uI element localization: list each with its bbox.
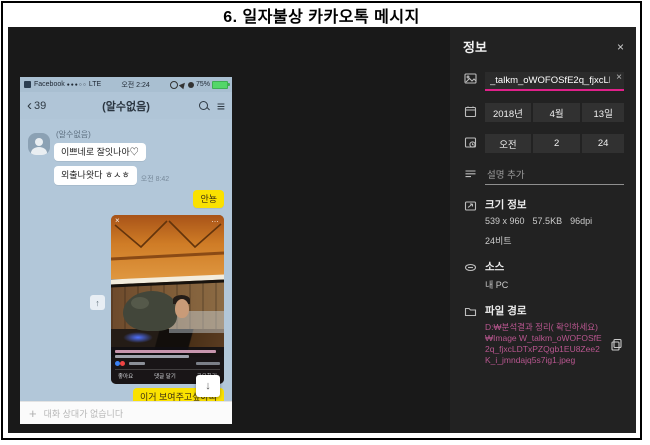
- love-reaction-icon: [120, 361, 125, 366]
- date-month-segment[interactable]: 4월: [533, 103, 580, 122]
- share-icon: ↑: [90, 295, 105, 310]
- person-figure: [123, 291, 177, 331]
- do-not-disturb-icon: [188, 82, 194, 88]
- chat-nav-bar: ‹ 39 (알수없음) ≡: [20, 92, 232, 119]
- image-icon: [463, 70, 477, 91]
- message-timestamp: 오전 8:42: [141, 174, 169, 185]
- back-button: ‹ 39: [27, 98, 46, 113]
- close-panel-button[interactable]: ×: [617, 40, 624, 54]
- copy-path-button[interactable]: [610, 322, 624, 366]
- facebook-post-photo: × …: [111, 215, 224, 384]
- image-dpi: 96dpi: [570, 216, 592, 226]
- date-picker: 2018년 4월 13일: [485, 103, 624, 122]
- reaction-count: [129, 362, 145, 365]
- message-bubble: 안뇽: [193, 190, 224, 208]
- clock-icon: [463, 134, 477, 153]
- image-dimensions: 539 x 960: [485, 216, 525, 226]
- size-info-icon: [463, 197, 477, 247]
- info-panel-title: 정보: [463, 37, 487, 56]
- photo-ceiling: [111, 215, 224, 279]
- page-title: 6. 일자불상 카카오톡 메시지: [3, 3, 640, 26]
- path-section-label: 파일 경로: [485, 303, 624, 318]
- chat-area: (알수없음) 이쁘네로 잘잇나아♡ 외출나왓다 ㅎㅅㅎ 오전 8:42 안뇽: [20, 119, 232, 401]
- avatar: [28, 133, 50, 155]
- location-arrow-icon: [179, 80, 187, 88]
- file-path-link[interactable]: D:₩분석결과 정리( 확인하세요)₩Image W_talkm_oWOFOSf…: [485, 322, 604, 366]
- fb-like-button: 좋아요: [118, 372, 133, 380]
- unread-count: 39: [34, 100, 46, 112]
- filename-input[interactable]: [485, 72, 624, 91]
- message-bubble: 외출나왓다 ㅎㅅㅎ: [54, 166, 137, 184]
- fb-comment-button: 댓글 달기: [154, 372, 176, 380]
- signal-dots-icon: ●●●○○: [67, 82, 87, 88]
- status-clock: 오전 2:24: [121, 80, 149, 90]
- folder-icon: [463, 303, 477, 366]
- chat-input-bar: + 대화 상대가 없습니다: [20, 401, 232, 424]
- chat-input-placeholder: 대화 상대가 없습니다: [44, 407, 124, 420]
- info-panel: 정보 × × 2018년 4월 13일: [450, 27, 636, 433]
- photo-viewer-canvas: Facebook ●●●○○ LTE 오전 2:24 75% ‹ 39: [8, 27, 450, 433]
- battery-percent: 75%: [196, 81, 210, 88]
- message-bubble: 이쁘네로 잘잇나아♡: [54, 143, 146, 161]
- clear-filename-icon[interactable]: ×: [616, 72, 622, 83]
- rotation-lock-icon: [170, 81, 178, 89]
- back-chevron-icon: ‹: [27, 98, 32, 113]
- person-face: [175, 299, 189, 318]
- blue-light: [123, 332, 153, 343]
- caption-line: [115, 350, 216, 353]
- photos-app-window: Facebook ●●●○○ LTE 오전 2:24 75% ‹ 39: [8, 27, 636, 433]
- description-icon: [463, 165, 477, 185]
- scroll-to-bottom-button: ↓: [196, 375, 220, 397]
- calendar-icon: [463, 103, 477, 122]
- more-icon: …: [211, 215, 220, 224]
- close-icon: ×: [115, 216, 120, 225]
- date-day-segment[interactable]: 13일: [582, 103, 624, 122]
- time-minute-segment[interactable]: 24: [582, 134, 624, 153]
- sender-name: (알수없음): [56, 129, 91, 140]
- attach-plus-icon: +: [29, 407, 37, 420]
- source-section-label: 소스: [485, 259, 624, 274]
- date-year-segment[interactable]: 2018년: [485, 103, 531, 122]
- time-meridiem-segment[interactable]: 오전: [485, 134, 531, 153]
- comment-count: [196, 362, 220, 365]
- time-hour-segment[interactable]: 2: [533, 134, 580, 153]
- network-label: LTE: [89, 81, 101, 88]
- time-picker: 오전 2 24: [485, 134, 624, 153]
- photo-message: ↑ × …: [111, 215, 224, 384]
- size-section-label: 크기 정보: [485, 197, 624, 212]
- status-app-label: Facebook: [34, 81, 65, 88]
- kakaotalk-screenshot-image: Facebook ●●●○○ LTE 오전 2:24 75% ‹ 39: [20, 77, 232, 424]
- report-frame: 6. 일자불상 카카오톡 메시지 Facebook ●●●○○ LTE 오전 2…: [1, 1, 642, 440]
- description-input[interactable]: [485, 167, 624, 185]
- caption-line: [115, 355, 189, 358]
- phone-status-bar: Facebook ●●●○○ LTE 오전 2:24 75%: [20, 77, 232, 92]
- search-icon: [199, 101, 208, 110]
- battery-icon: [212, 81, 228, 89]
- file-size: 57.5KB: [533, 216, 563, 226]
- ceiling-beams: [111, 215, 224, 279]
- menu-icon: ≡: [217, 99, 225, 113]
- source-icon: [463, 259, 477, 291]
- facebook-app-icon: [24, 81, 31, 88]
- color-depth: 24비트: [485, 234, 512, 247]
- source-value: 내 PC: [485, 278, 624, 291]
